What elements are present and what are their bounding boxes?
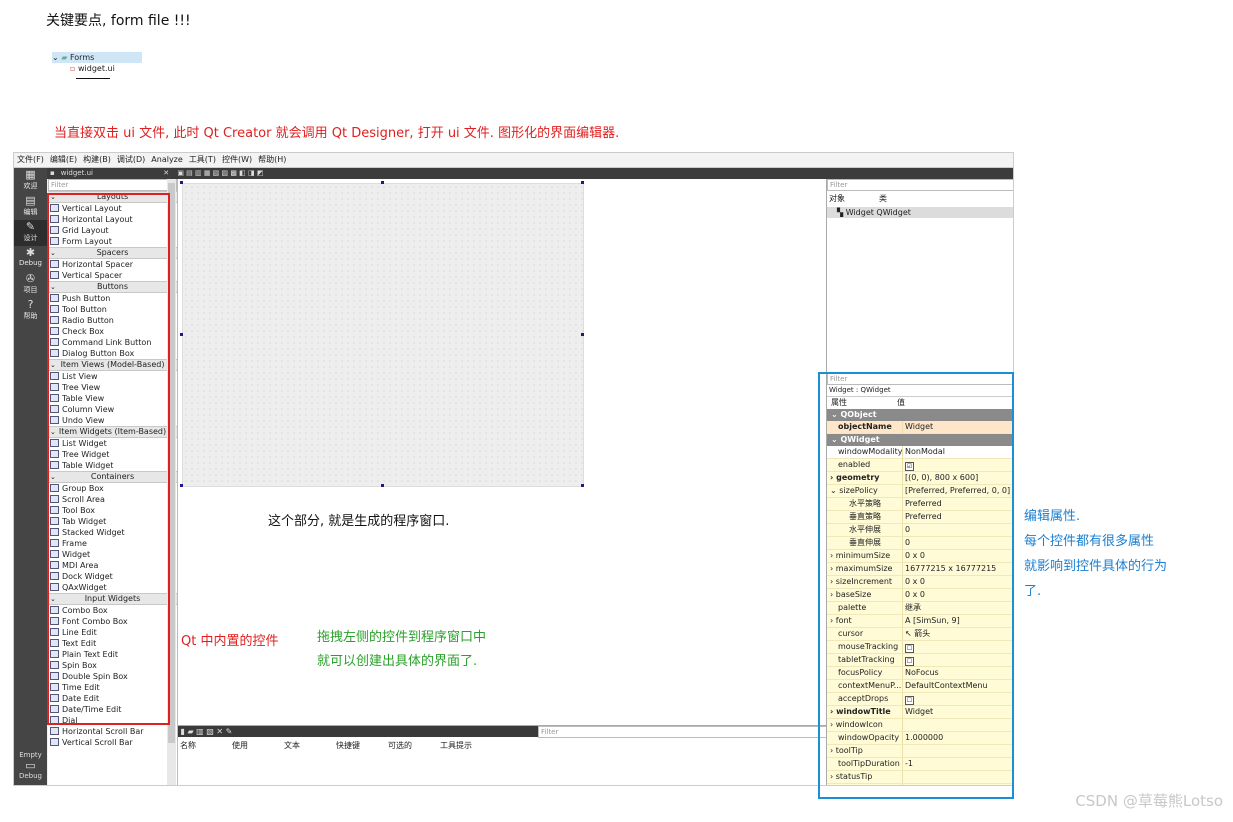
chevron-down-icon: ⌄ xyxy=(52,53,62,62)
file-icon: ▪ xyxy=(50,169,55,177)
action-editor: ▮ ▰ ▥ ▧ ✕ ✎ Filter 名称 使用 文本 快捷键 可选的 工具提示 xyxy=(178,725,828,785)
tree-file-widget-ui[interactable]: ▫ widget.ui xyxy=(52,63,142,74)
close-icon[interactable]: ✕ xyxy=(160,168,172,179)
help-icon: ? xyxy=(27,298,34,311)
top-title: 关键要点, form file !!! xyxy=(46,13,191,29)
highlight-widgetbox-box xyxy=(47,193,170,725)
column-header[interactable]: 快捷键 xyxy=(334,740,386,751)
widgetbox-item[interactable]: Vertical Scroll Bar xyxy=(48,737,177,748)
mode-bug[interactable]: ✱ Debug xyxy=(14,246,47,272)
menu-item[interactable]: 编辑(E) xyxy=(47,153,80,167)
edit-icon: ▤ xyxy=(25,194,36,207)
mode-label: 帮助 xyxy=(23,312,38,320)
bug-icon: ✱ xyxy=(25,246,36,259)
widget-type-icon xyxy=(50,727,59,735)
highlight-property-box xyxy=(818,372,1014,799)
mode-label: 编辑 xyxy=(23,208,38,216)
watermark: CSDN @草莓熊Lotso xyxy=(1075,792,1223,810)
monitor-icon: ▭ xyxy=(25,759,36,772)
column-header[interactable]: 名称 xyxy=(178,740,230,751)
mode-label: 项目 xyxy=(23,286,38,294)
mode-selector: ▦ 欢迎 ▤ 编辑 ✎ 设计 ✱ Debug ✇ 项目? 帮助 xyxy=(14,168,47,785)
menubar: 文件(F) 编辑(E) 构建(B) 调试(D) Analyze 工具(T) 控件(W) 帮助(… xyxy=(14,153,1013,168)
menu-item[interactable]: 控件(W) xyxy=(219,153,255,167)
note-builtin-widgets: Qt 中内置的控件 xyxy=(181,634,279,649)
object-filter-input[interactable]: Filter xyxy=(827,179,1013,191)
note-open-designer: 当直接双击 ui 文件, 此时 Qt Creator 就会调用 Qt Desig… xyxy=(54,126,620,141)
menu-item[interactable]: Analyze xyxy=(148,153,186,167)
mode-label: 设计 xyxy=(23,234,38,242)
pencil-icon: ✎ xyxy=(25,220,36,233)
underline-decoration xyxy=(76,78,110,79)
widgetbox-filter-input[interactable]: Filter xyxy=(48,179,177,191)
file-icon: ▫ xyxy=(70,64,78,73)
folder-icon: ▰ xyxy=(61,53,70,62)
mode-wrench[interactable]: ✇ 项目 xyxy=(14,272,47,298)
mode-label: Debug xyxy=(18,259,43,267)
editor-tab[interactable]: widget.ui xyxy=(58,168,96,179)
resize-handle[interactable] xyxy=(180,333,183,336)
mode-grid[interactable]: ▦ 欢迎 xyxy=(14,168,47,194)
object-inspector-row-widget[interactable]: ▚ Widget QWidget xyxy=(827,207,1013,218)
resize-handle[interactable] xyxy=(581,181,584,184)
resize-handle[interactable] xyxy=(581,333,584,336)
widgetbox-item-label: Vertical Scroll Bar xyxy=(62,738,133,747)
action-editor-columns: 名称 使用 文本 快捷键 可选的 工具提示 xyxy=(178,740,490,751)
action-editor-toolbar: ▮ ▰ ▥ ▧ ✕ ✎ xyxy=(178,726,538,737)
mode-edit[interactable]: ▤ 编辑 xyxy=(14,194,47,220)
widgetbox-item[interactable]: Horizontal Scroll Bar xyxy=(48,726,177,737)
widget-type-icon xyxy=(50,738,59,746)
resize-handle[interactable] xyxy=(381,181,384,184)
project-tree: ⌄ ▰ Forms ▫ widget.ui xyxy=(52,52,142,74)
menu-item[interactable]: 文件(F) xyxy=(14,153,47,167)
column-header[interactable]: 文本 xyxy=(282,740,334,751)
menu-item[interactable]: 构建(B) xyxy=(80,153,114,167)
kit-selector[interactable]: Empty ▭ Debug xyxy=(14,751,47,780)
resize-handle[interactable] xyxy=(381,484,384,487)
note-properties: 编辑属性. 每个控件都有很多属性 就影响到控件具体的行为 了. xyxy=(1024,509,1168,599)
column-header[interactable]: 可选的 xyxy=(386,740,438,751)
new-action-icon[interactable]: ▮ ▰ ▥ ▧ ✕ ✎ xyxy=(178,727,233,736)
column-header[interactable]: 工具提示 xyxy=(438,740,490,751)
resize-handle[interactable] xyxy=(180,484,183,487)
designer-toolbar-icons[interactable]: ▣ ▤ ▥ ▦ ▧ ▨ ▩ ◧ ◨ ◩ xyxy=(174,168,266,179)
object-inspector-header: 对象类 xyxy=(829,194,887,203)
widgetbox-item-label: Horizontal Scroll Bar xyxy=(62,727,144,736)
mode-help[interactable]: ? 帮助 xyxy=(14,298,47,324)
menu-item[interactable]: 工具(T) xyxy=(186,153,219,167)
wrench-icon: ✇ xyxy=(25,272,36,285)
form-preview[interactable] xyxy=(182,183,584,487)
tree-folder-forms[interactable]: ⌄ ▰ Forms xyxy=(52,52,142,63)
menu-item[interactable]: 调试(D) xyxy=(114,153,148,167)
action-filter-input[interactable]: Filter xyxy=(538,726,828,738)
grid-icon: ▦ xyxy=(25,168,36,181)
mode-label: 欢迎 xyxy=(23,182,38,190)
note-program-window: 这个部分, 就是生成的程序窗口. xyxy=(268,514,450,529)
resize-handle[interactable] xyxy=(581,484,584,487)
editor-tabbar: ▪ widget.ui ✕ ▣ ▤ ▥ ▦ ▧ ▨ ▩ ◧ ◨ ◩ xyxy=(47,168,1013,179)
resize-handle[interactable] xyxy=(180,181,183,184)
mode-pencil[interactable]: ✎ 设计 xyxy=(14,220,47,246)
note-drag: 拖拽左侧的控件到程序窗口中 就可以创建出具体的界面了. xyxy=(317,630,487,669)
column-header[interactable]: 使用 xyxy=(230,740,282,751)
menu-item[interactable]: 帮助(H) xyxy=(255,153,289,167)
widget-icon: ▚ xyxy=(837,208,846,217)
